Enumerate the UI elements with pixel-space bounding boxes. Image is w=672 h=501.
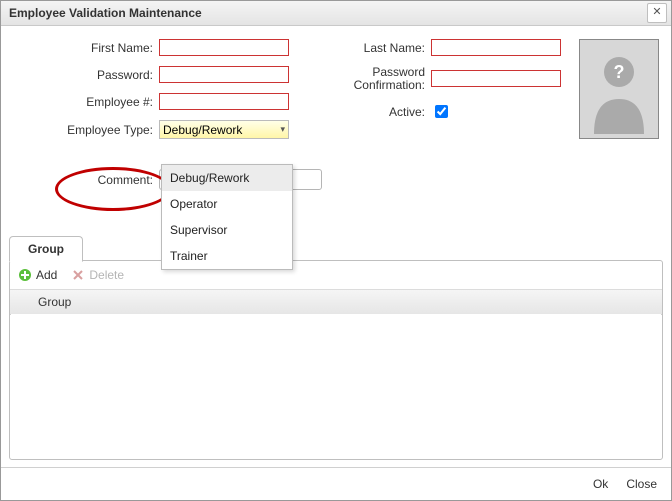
employee-type-option[interactable]: Trainer [162, 243, 292, 269]
active-label: Active: [315, 105, 431, 119]
tab-group[interactable]: Group [9, 236, 83, 262]
active-checkbox[interactable] [435, 105, 448, 118]
password-label: Password: [23, 68, 159, 82]
ok-button[interactable]: Ok [593, 477, 608, 491]
svg-text:?: ? [614, 62, 625, 82]
employee-type-dropdown: Debug/Rework Operator Supervisor Trainer [161, 164, 293, 270]
tab-group-label: Group [28, 242, 64, 256]
employee-type-selected: Debug/Rework [163, 123, 242, 137]
first-name-label: First Name: [23, 41, 159, 55]
form-area: First Name: Password: Employee #: Employ… [15, 39, 657, 239]
group-grid-body [11, 314, 661, 458]
cross-icon [71, 268, 85, 282]
dialog-window: Employee Validation Maintenance ✕ First … [0, 0, 672, 501]
delete-button: Delete [71, 268, 124, 282]
dialog-button-bar: Ok Close [1, 467, 671, 500]
employee-no-label: Employee #: [23, 95, 159, 109]
first-name-input[interactable] [159, 39, 289, 56]
employee-no-input[interactable] [159, 93, 289, 110]
employee-type-option[interactable]: Debug/Rework [162, 165, 292, 191]
group-panel: Group Add Delete [9, 237, 663, 460]
password-input[interactable] [159, 66, 289, 83]
window-title: Employee Validation Maintenance [9, 6, 647, 20]
group-tab-body: Add Delete Group [9, 260, 663, 460]
close-icon[interactable]: ✕ [647, 3, 667, 23]
last-name-label: Last Name: [315, 41, 431, 55]
tab-strip: Group [9, 237, 663, 261]
password-confirm-input[interactable] [431, 70, 561, 87]
close-button[interactable]: Close [626, 477, 657, 491]
add-button[interactable]: Add [18, 268, 57, 282]
employee-type-select[interactable]: Debug/Rework ▾ [159, 120, 289, 139]
chevron-down-icon: ▾ [280, 124, 285, 135]
add-button-label: Add [36, 268, 57, 282]
form-right-column: Last Name: Password Confirmation: Active… [315, 39, 585, 131]
delete-button-label: Delete [89, 268, 124, 282]
employee-type-option[interactable]: Operator [162, 191, 292, 217]
comment-label: Comment: [23, 173, 159, 187]
group-toolbar: Add Delete [10, 261, 662, 290]
title-bar: Employee Validation Maintenance ✕ [1, 1, 671, 26]
dialog-content: First Name: Password: Employee #: Employ… [1, 25, 671, 468]
avatar-column: ? [579, 39, 657, 139]
group-grid-header: Group [10, 290, 662, 315]
employee-type-option[interactable]: Supervisor [162, 217, 292, 243]
plus-icon [18, 268, 32, 282]
last-name-input[interactable] [431, 39, 561, 56]
group-column-header: Group [38, 295, 71, 309]
password-confirm-label: Password Confirmation: [315, 66, 431, 92]
avatar-placeholder-icon: ? [579, 39, 659, 139]
employee-type-label: Employee Type: [23, 123, 159, 137]
